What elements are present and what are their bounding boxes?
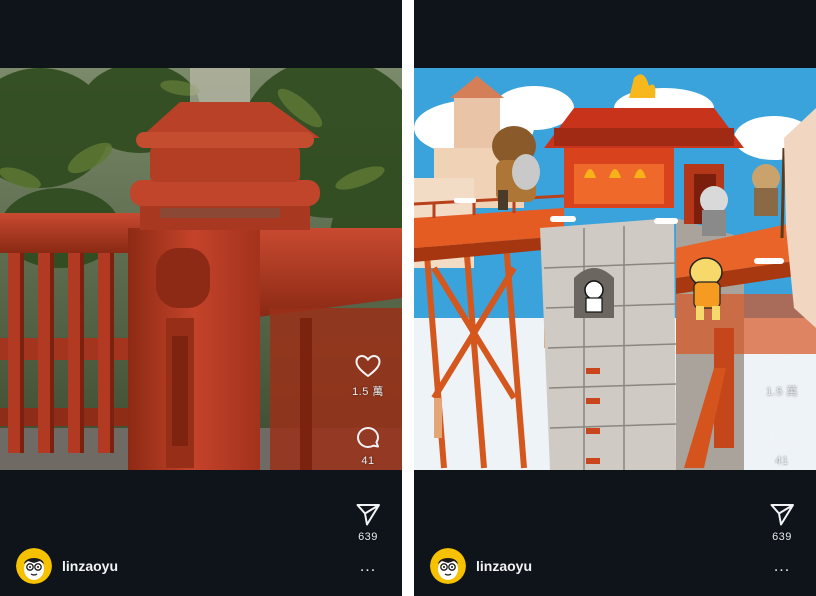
red-bridge-castle-illustration bbox=[414, 68, 816, 470]
action-rail: 1.5 萬 41 639 ... bbox=[352, 352, 384, 575]
avatar-image bbox=[16, 548, 52, 584]
heart-icon bbox=[355, 355, 381, 377]
avatar-image bbox=[430, 548, 466, 584]
more-dots-icon[interactable]: ... bbox=[360, 559, 376, 575]
avatar[interactable] bbox=[16, 548, 52, 584]
action-rail: 1.5 萬 41 639 ... bbox=[766, 352, 798, 575]
comment-button[interactable]: 41 bbox=[766, 424, 798, 474]
share-button[interactable]: 639 bbox=[352, 500, 384, 546]
username[interactable]: linzaoyu bbox=[476, 558, 532, 574]
post-photo-red-railing[interactable] bbox=[0, 68, 402, 470]
like-count: 1.5 萬 bbox=[766, 386, 798, 398]
reel-panel-right: 1.5 萬 41 639 ... linzaoyu bbox=[414, 0, 816, 596]
share-count: 639 bbox=[772, 531, 792, 543]
username[interactable]: linzaoyu bbox=[62, 558, 118, 574]
like-button[interactable]: 1.5 萬 bbox=[766, 352, 798, 406]
reel-panel-left: 1.5 萬 41 639 ... linzaoyu bbox=[0, 0, 402, 596]
post-illustration-bridge[interactable] bbox=[414, 68, 816, 470]
comment-count: 41 bbox=[775, 455, 789, 467]
comment-bubble-icon bbox=[357, 427, 379, 448]
comment-button[interactable]: 41 bbox=[352, 424, 384, 474]
avatar[interactable] bbox=[430, 548, 466, 584]
paper-plane-icon bbox=[356, 504, 380, 526]
profile-link[interactable]: linzaoyu bbox=[16, 548, 118, 584]
share-count: 639 bbox=[358, 531, 378, 543]
paper-plane-icon bbox=[770, 504, 794, 526]
comment-count: 41 bbox=[361, 455, 375, 467]
like-count: 1.5 萬 bbox=[352, 386, 384, 398]
red-railing-photo bbox=[0, 68, 402, 470]
heart-icon bbox=[769, 355, 795, 377]
comment-bubble-icon bbox=[771, 427, 793, 448]
share-button[interactable]: 639 bbox=[766, 500, 798, 546]
profile-link[interactable]: linzaoyu bbox=[430, 548, 532, 584]
like-button[interactable]: 1.5 萬 bbox=[352, 352, 384, 406]
more-dots-icon[interactable]: ... bbox=[774, 559, 790, 575]
